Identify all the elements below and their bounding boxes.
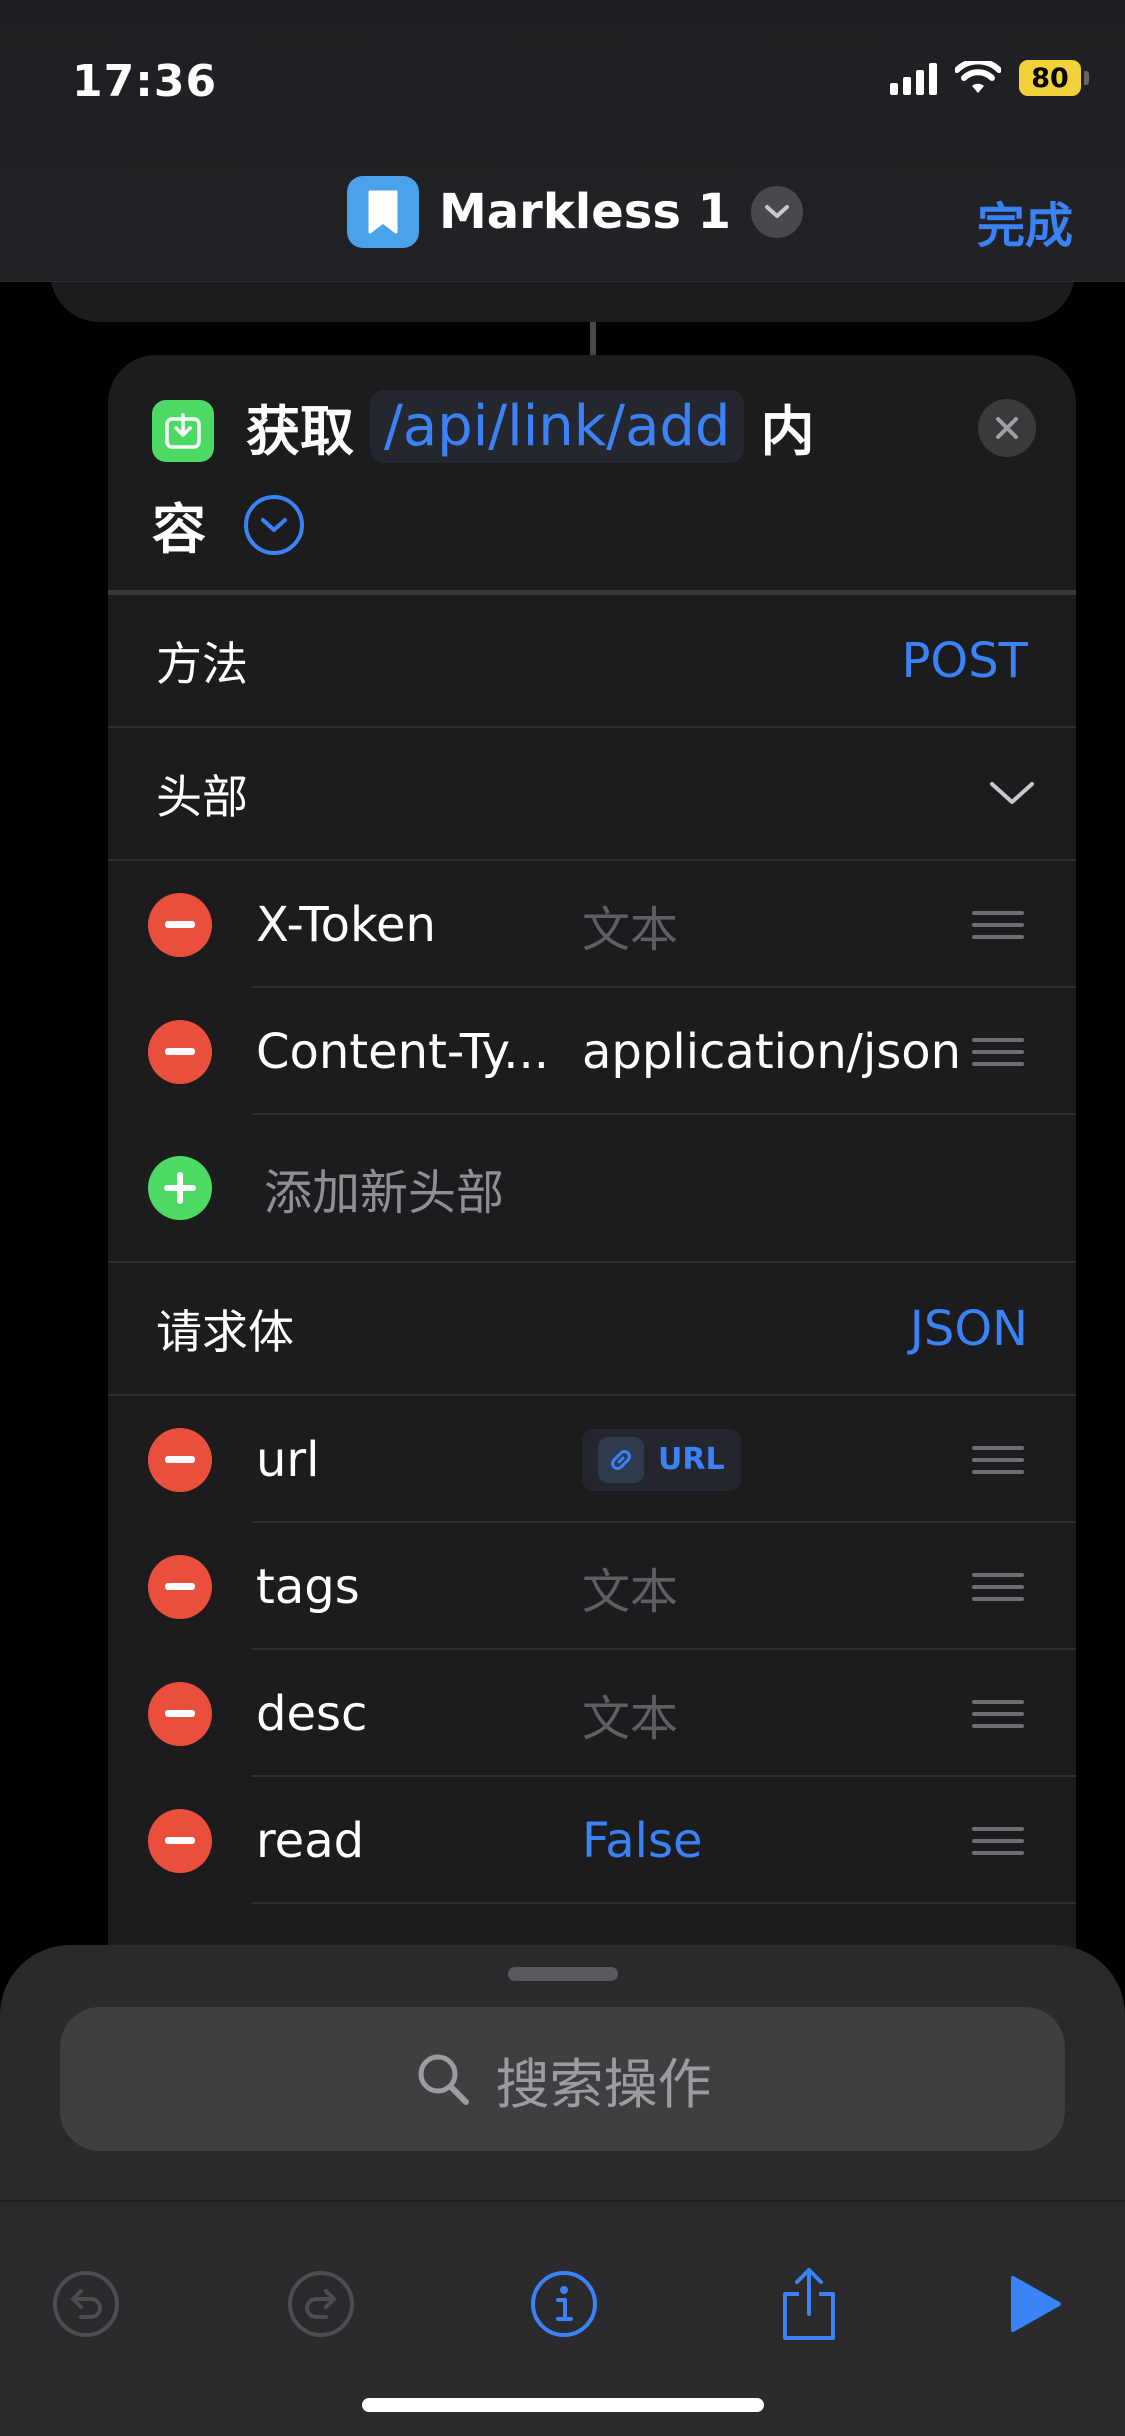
cellular-signal-icon	[890, 61, 937, 95]
action-suffix: 内	[760, 400, 815, 463]
headers-row[interactable]: 头部	[108, 728, 1076, 861]
action-search-sheet: 搜索操作	[0, 1945, 1125, 2436]
search-placeholder: 搜索操作	[495, 2052, 712, 2116]
delete-field-button[interactable]	[148, 1427, 212, 1492]
body-field-row: tags 文本	[108, 1523, 1076, 1650]
action-header: 获取 /api/link/add 内 容	[108, 355, 1076, 595]
share-icon	[783, 2268, 835, 2340]
drag-handle-icon[interactable]	[972, 1030, 1024, 1074]
undo-icon	[53, 2271, 119, 2337]
done-button[interactable]: 完成	[977, 186, 1073, 256]
header-row: X-Token 文本	[108, 861, 1076, 988]
field-value[interactable]: 文本	[582, 1679, 678, 1749]
home-indicator[interactable]	[362, 2398, 764, 2412]
battery-icon: 80	[1019, 60, 1089, 96]
download-icon	[152, 400, 214, 462]
field-key[interactable]: desc	[256, 1686, 367, 1742]
redo-icon	[288, 2271, 354, 2337]
add-header-label: 添加新头部	[264, 1165, 505, 1221]
chevron-down-icon	[261, 517, 287, 532]
info-icon	[531, 2271, 597, 2337]
close-icon	[996, 417, 1018, 439]
header-key[interactable]: Content-Ty...	[256, 1024, 549, 1080]
body-field-row: desc 文本	[108, 1650, 1076, 1777]
url-variable-token[interactable]: /api/link/add	[370, 390, 745, 463]
field-value[interactable]: 文本	[582, 1552, 678, 1622]
field-key[interactable]: url	[256, 1432, 320, 1488]
shortcut-title: Markless 1	[439, 184, 732, 240]
body-field-row: url URL	[108, 1396, 1076, 1523]
shortcut-title-menu[interactable]: Markless 1	[347, 176, 804, 248]
action-suffix-2: 容	[152, 498, 206, 561]
action-title-line: 获取 /api/link/add 内	[246, 387, 814, 466]
method-label: 方法	[156, 636, 248, 691]
remove-action-button[interactable]	[978, 399, 1036, 457]
play-icon	[1011, 2276, 1061, 2332]
battery-level: 80	[1019, 60, 1081, 96]
navigation-bar: 17:36 80 Markless 1 完成	[0, 0, 1125, 282]
drag-handle-icon[interactable]	[972, 1692, 1024, 1736]
drag-handle-icon[interactable]	[972, 1438, 1024, 1482]
run-button[interactable]	[995, 2264, 1075, 2344]
delete-field-button[interactable]	[148, 1554, 212, 1619]
chevron-down-icon[interactable]	[751, 186, 804, 238]
delete-field-button[interactable]	[148, 1681, 212, 1746]
delete-header-button[interactable]	[148, 892, 212, 957]
delete-field-button[interactable]	[148, 1808, 212, 1873]
method-value[interactable]: POST	[901, 633, 1028, 689]
plus-icon	[164, 1172, 196, 1204]
action-connector	[590, 322, 596, 356]
share-button[interactable]	[769, 2264, 849, 2344]
add-header-button[interactable]	[148, 1156, 212, 1220]
link-icon	[598, 1436, 644, 1483]
header-row: Content-Ty... application/json	[108, 988, 1076, 1115]
url-chip-label: URL	[658, 1442, 725, 1477]
drag-handle-icon[interactable]	[972, 1819, 1024, 1863]
info-button[interactable]	[524, 2264, 604, 2344]
field-key[interactable]: read	[256, 1813, 364, 1869]
drag-handle-icon[interactable]	[972, 1565, 1024, 1609]
action-verb: 获取	[246, 400, 354, 463]
sheet-grabber[interactable]	[508, 1967, 618, 1981]
headers-label: 头部	[156, 769, 248, 824]
request-body-row[interactable]: 请求体 JSON	[108, 1263, 1076, 1396]
add-header-row[interactable]: 添加新头部	[108, 1115, 1076, 1263]
body-field-row: read False	[108, 1777, 1076, 1904]
delete-header-button[interactable]	[148, 1019, 212, 1084]
search-actions-field[interactable]: 搜索操作	[60, 2007, 1065, 2151]
header-value[interactable]: 文本	[582, 890, 678, 960]
header-key[interactable]: X-Token	[256, 897, 436, 953]
undo-button[interactable]	[46, 2264, 126, 2344]
field-value[interactable]: False	[582, 1813, 703, 1869]
bookmark-icon	[347, 176, 419, 248]
chevron-down-icon[interactable]	[988, 780, 1036, 808]
method-row[interactable]: 方法 POST	[108, 595, 1076, 728]
field-key[interactable]: tags	[256, 1559, 360, 1615]
redo-button[interactable]	[281, 2264, 361, 2344]
wifi-icon	[955, 61, 1001, 93]
url-variable-chip[interactable]: URL	[582, 1428, 741, 1491]
action-title-line-2: 容	[152, 485, 304, 564]
get-contents-action-card: 获取 /api/link/add 内 容 方法 POST 头部 X-Token …	[108, 355, 1076, 1975]
status-time: 17:36	[72, 56, 218, 107]
request-body-label: 请求体	[156, 1304, 294, 1359]
status-icons: 80	[890, 60, 1089, 96]
drag-handle-icon[interactable]	[972, 903, 1024, 947]
expand-options-button[interactable]	[244, 494, 304, 555]
request-body-type[interactable]: JSON	[910, 1301, 1028, 1357]
search-icon	[418, 2054, 469, 2105]
header-value[interactable]: application/json	[582, 1024, 961, 1080]
